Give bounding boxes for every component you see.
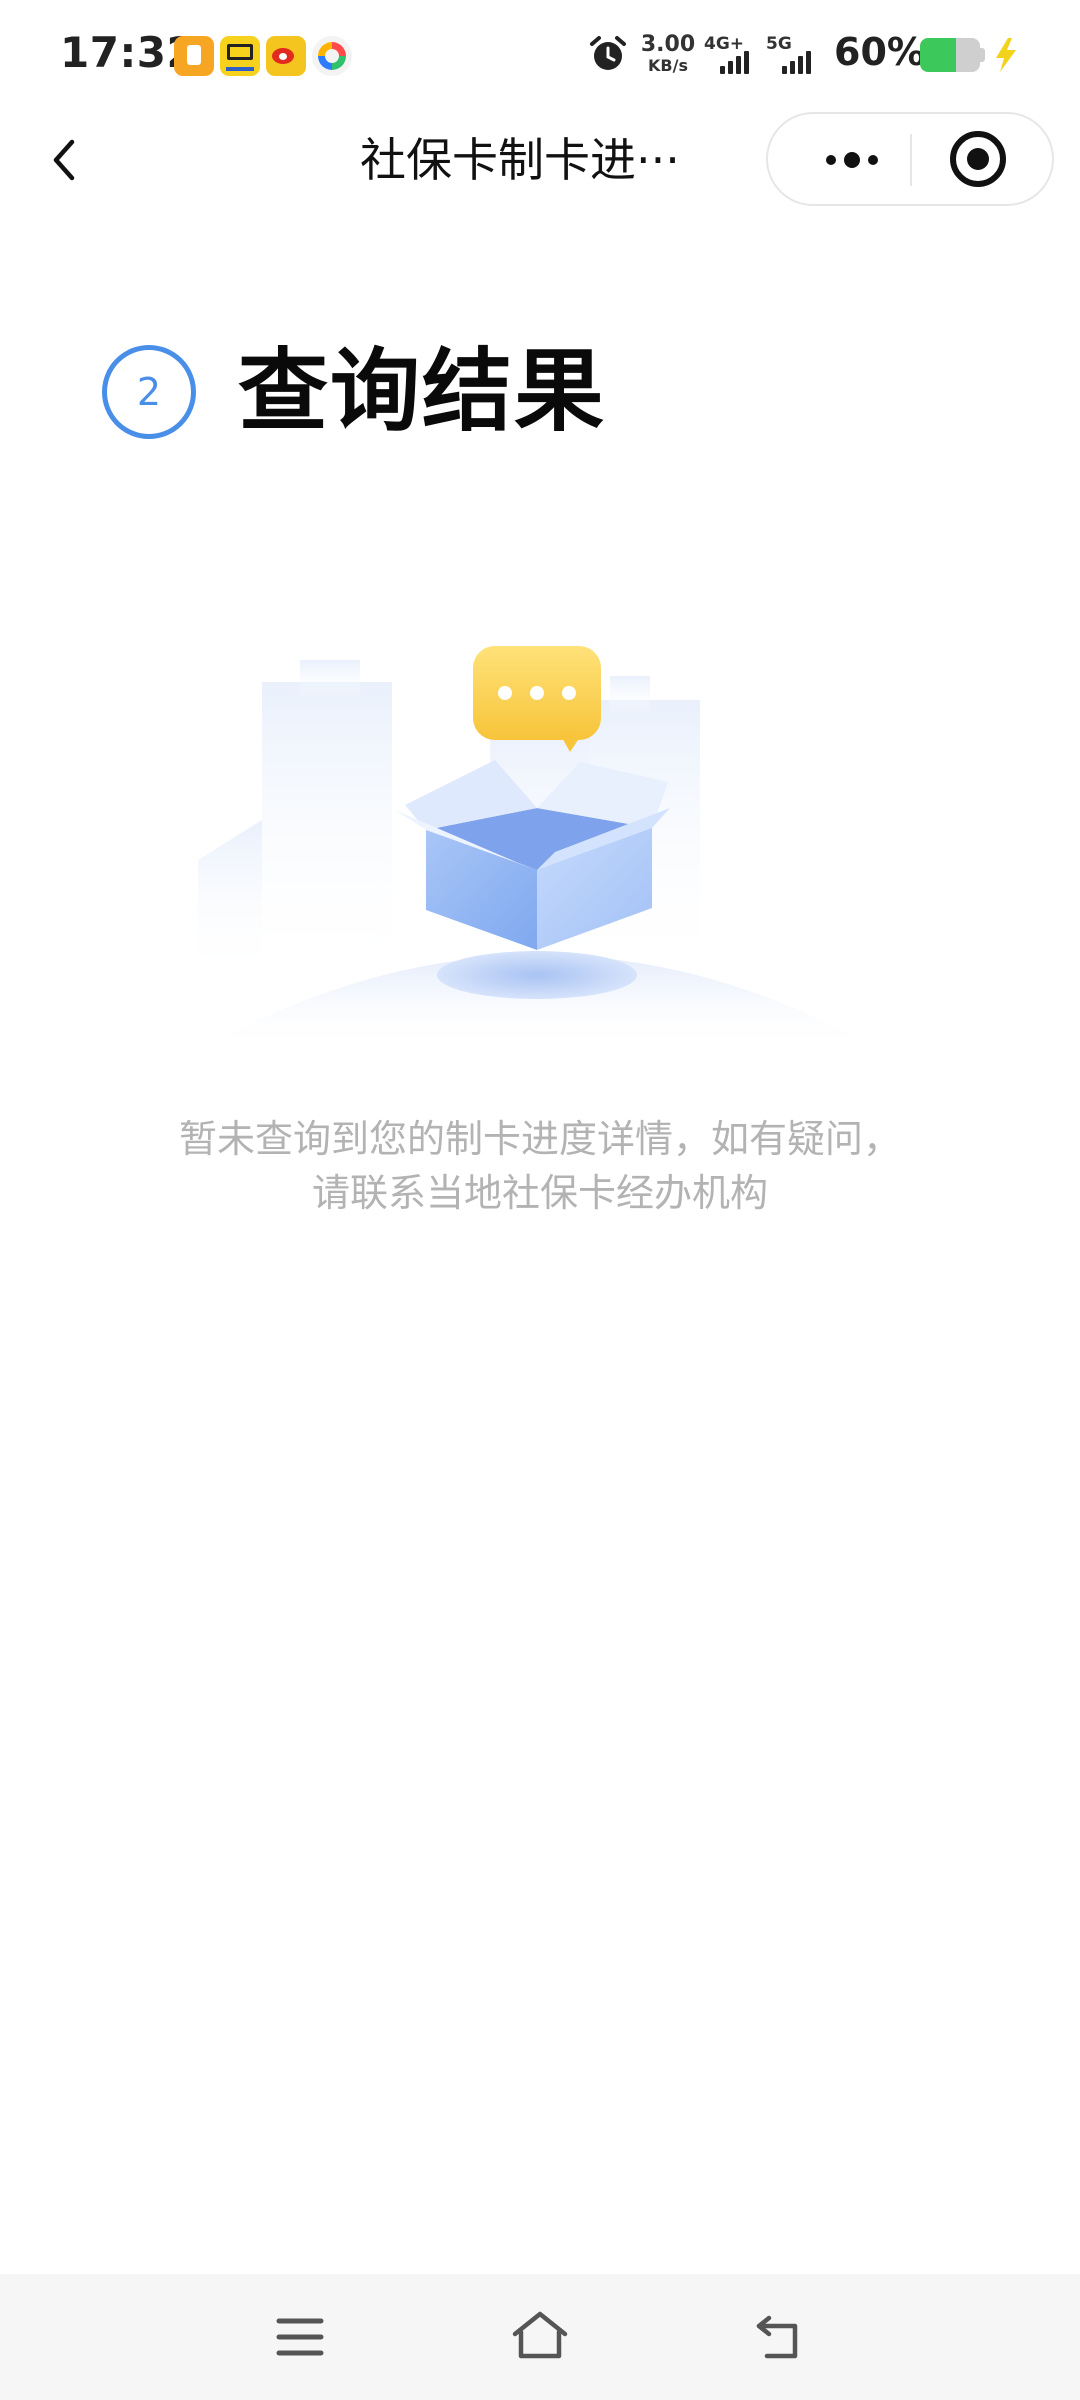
home-icon[interactable] <box>505 2304 575 2370</box>
empty-state-line-2: 请联系当地社保卡经办机构 <box>311 1171 768 1215</box>
step-title: 查询结果 <box>238 339 606 444</box>
network-speed: 3.00 KB/s <box>640 34 696 74</box>
status-bar: 17:32 3.00 KB/s 4G+ 5G 60% <box>0 0 1080 110</box>
signal-5g: 5G <box>766 34 826 78</box>
chevron-left-icon[interactable] <box>36 130 96 190</box>
charging-bolt-icon <box>996 38 1016 72</box>
battery-tip <box>980 48 985 62</box>
alarm-icon <box>590 36 626 70</box>
game-center-icon <box>312 36 352 76</box>
step-number-badge: 2 <box>102 345 196 439</box>
mini-program-capsule <box>766 112 1054 206</box>
capsule-divider <box>910 134 912 186</box>
more-dots-icon[interactable] <box>788 114 908 204</box>
target-close-icon[interactable] <box>950 131 1006 187</box>
battery-fill <box>920 38 956 72</box>
signal-bars-icon <box>782 51 811 74</box>
battery-icon <box>920 38 980 72</box>
mini-program-nav-bar: 社保卡制卡进··· <box>0 110 1080 210</box>
signal-4g: 4G+ <box>704 34 764 78</box>
page-title: 社保卡制卡进··· <box>360 133 680 187</box>
battery-percent: 60% <box>834 30 925 74</box>
system-navigation-bar <box>0 2274 1080 2400</box>
empty-state-message: 暂未查询到您的制卡进度详情，如有疑问， 请联系当地社保卡经办机构 <box>120 1112 960 1220</box>
network-speed-unit: KB/s <box>648 56 688 75</box>
news-app-icon <box>220 36 260 76</box>
back-icon[interactable] <box>745 2304 815 2370</box>
wallet-app-icon <box>174 36 214 76</box>
network-speed-value: 3.00 <box>640 32 696 57</box>
menu-icon[interactable] <box>265 2304 335 2370</box>
step-number: 2 <box>136 370 162 414</box>
empty-box-illustration <box>198 646 880 1050</box>
empty-state-line-1: 暂未查询到您的制卡进度详情，如有疑问， <box>178 1117 901 1161</box>
weibo-icon <box>266 36 306 76</box>
signal-bars-icon <box>720 51 749 74</box>
